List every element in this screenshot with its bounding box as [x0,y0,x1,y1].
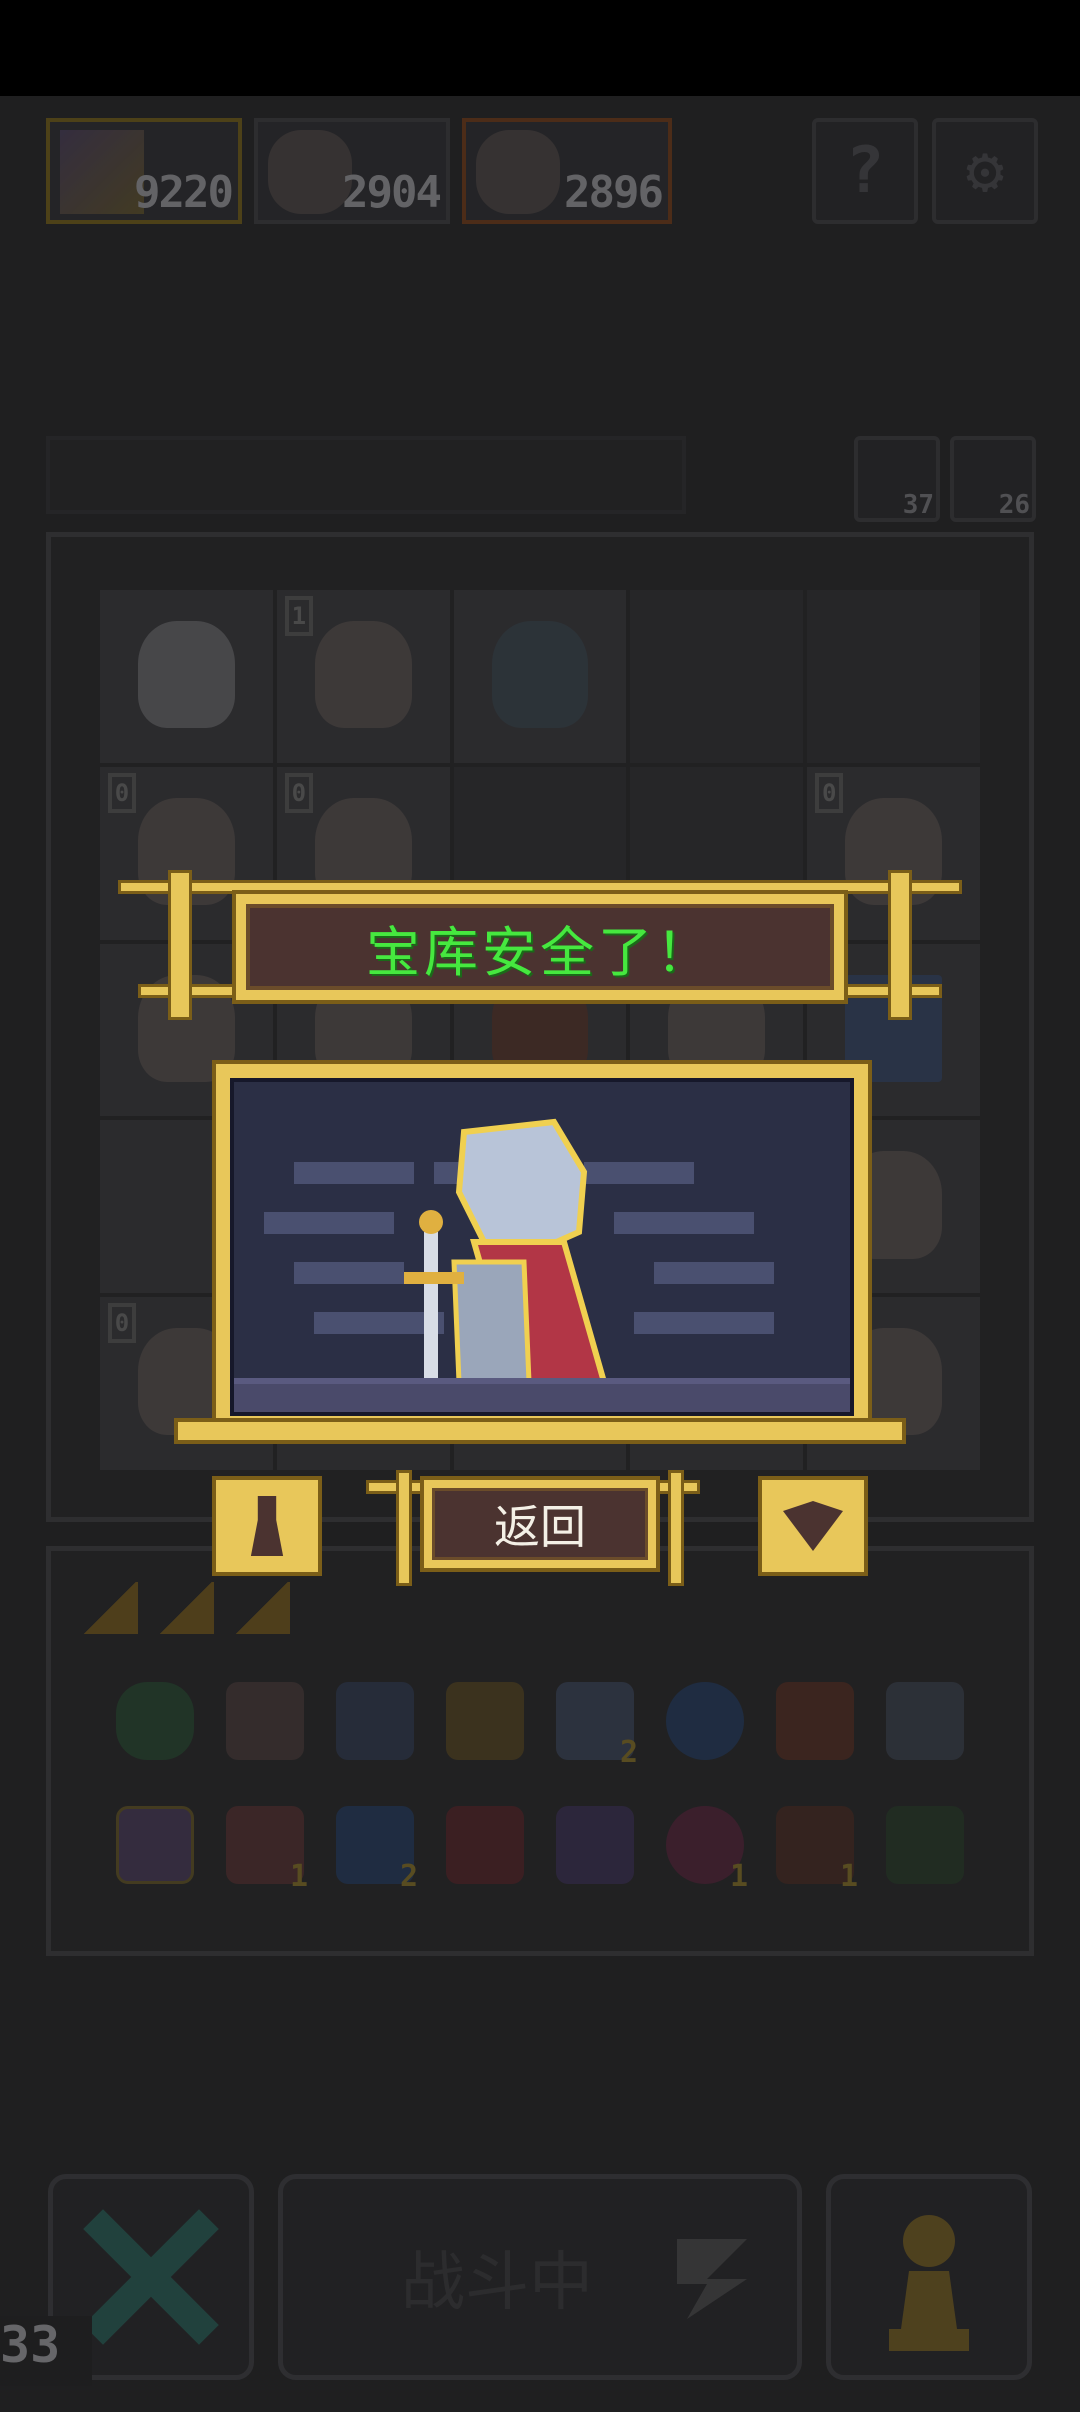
knight-icon [404,1118,608,1385]
scene-floor [234,1378,850,1412]
pawn-side-button[interactable] [212,1476,322,1576]
banner-pillar-right [888,870,912,1020]
wall-brick [654,1262,774,1284]
status-bar [0,0,1080,96]
back-button-inner: 返回 [432,1488,648,1560]
shield-icon [783,1501,843,1551]
result-banner-inner: 宝库安全了！ [246,904,834,990]
result-banner: 宝库安全了！ [232,890,848,1004]
button-pillar-right [668,1470,684,1586]
result-title: 宝库安全了！ [366,920,714,984]
banner-pillar-left [168,870,192,1020]
pawn-icon [250,1496,284,1556]
back-button[interactable]: 返回 [420,1476,660,1572]
button-pillar-left [396,1470,412,1586]
shield-side-button[interactable] [758,1476,868,1576]
scene-base [174,1418,906,1444]
back-label: 返回 [494,1500,586,1554]
scene-frame [212,1060,872,1434]
knight-scene [230,1078,854,1416]
